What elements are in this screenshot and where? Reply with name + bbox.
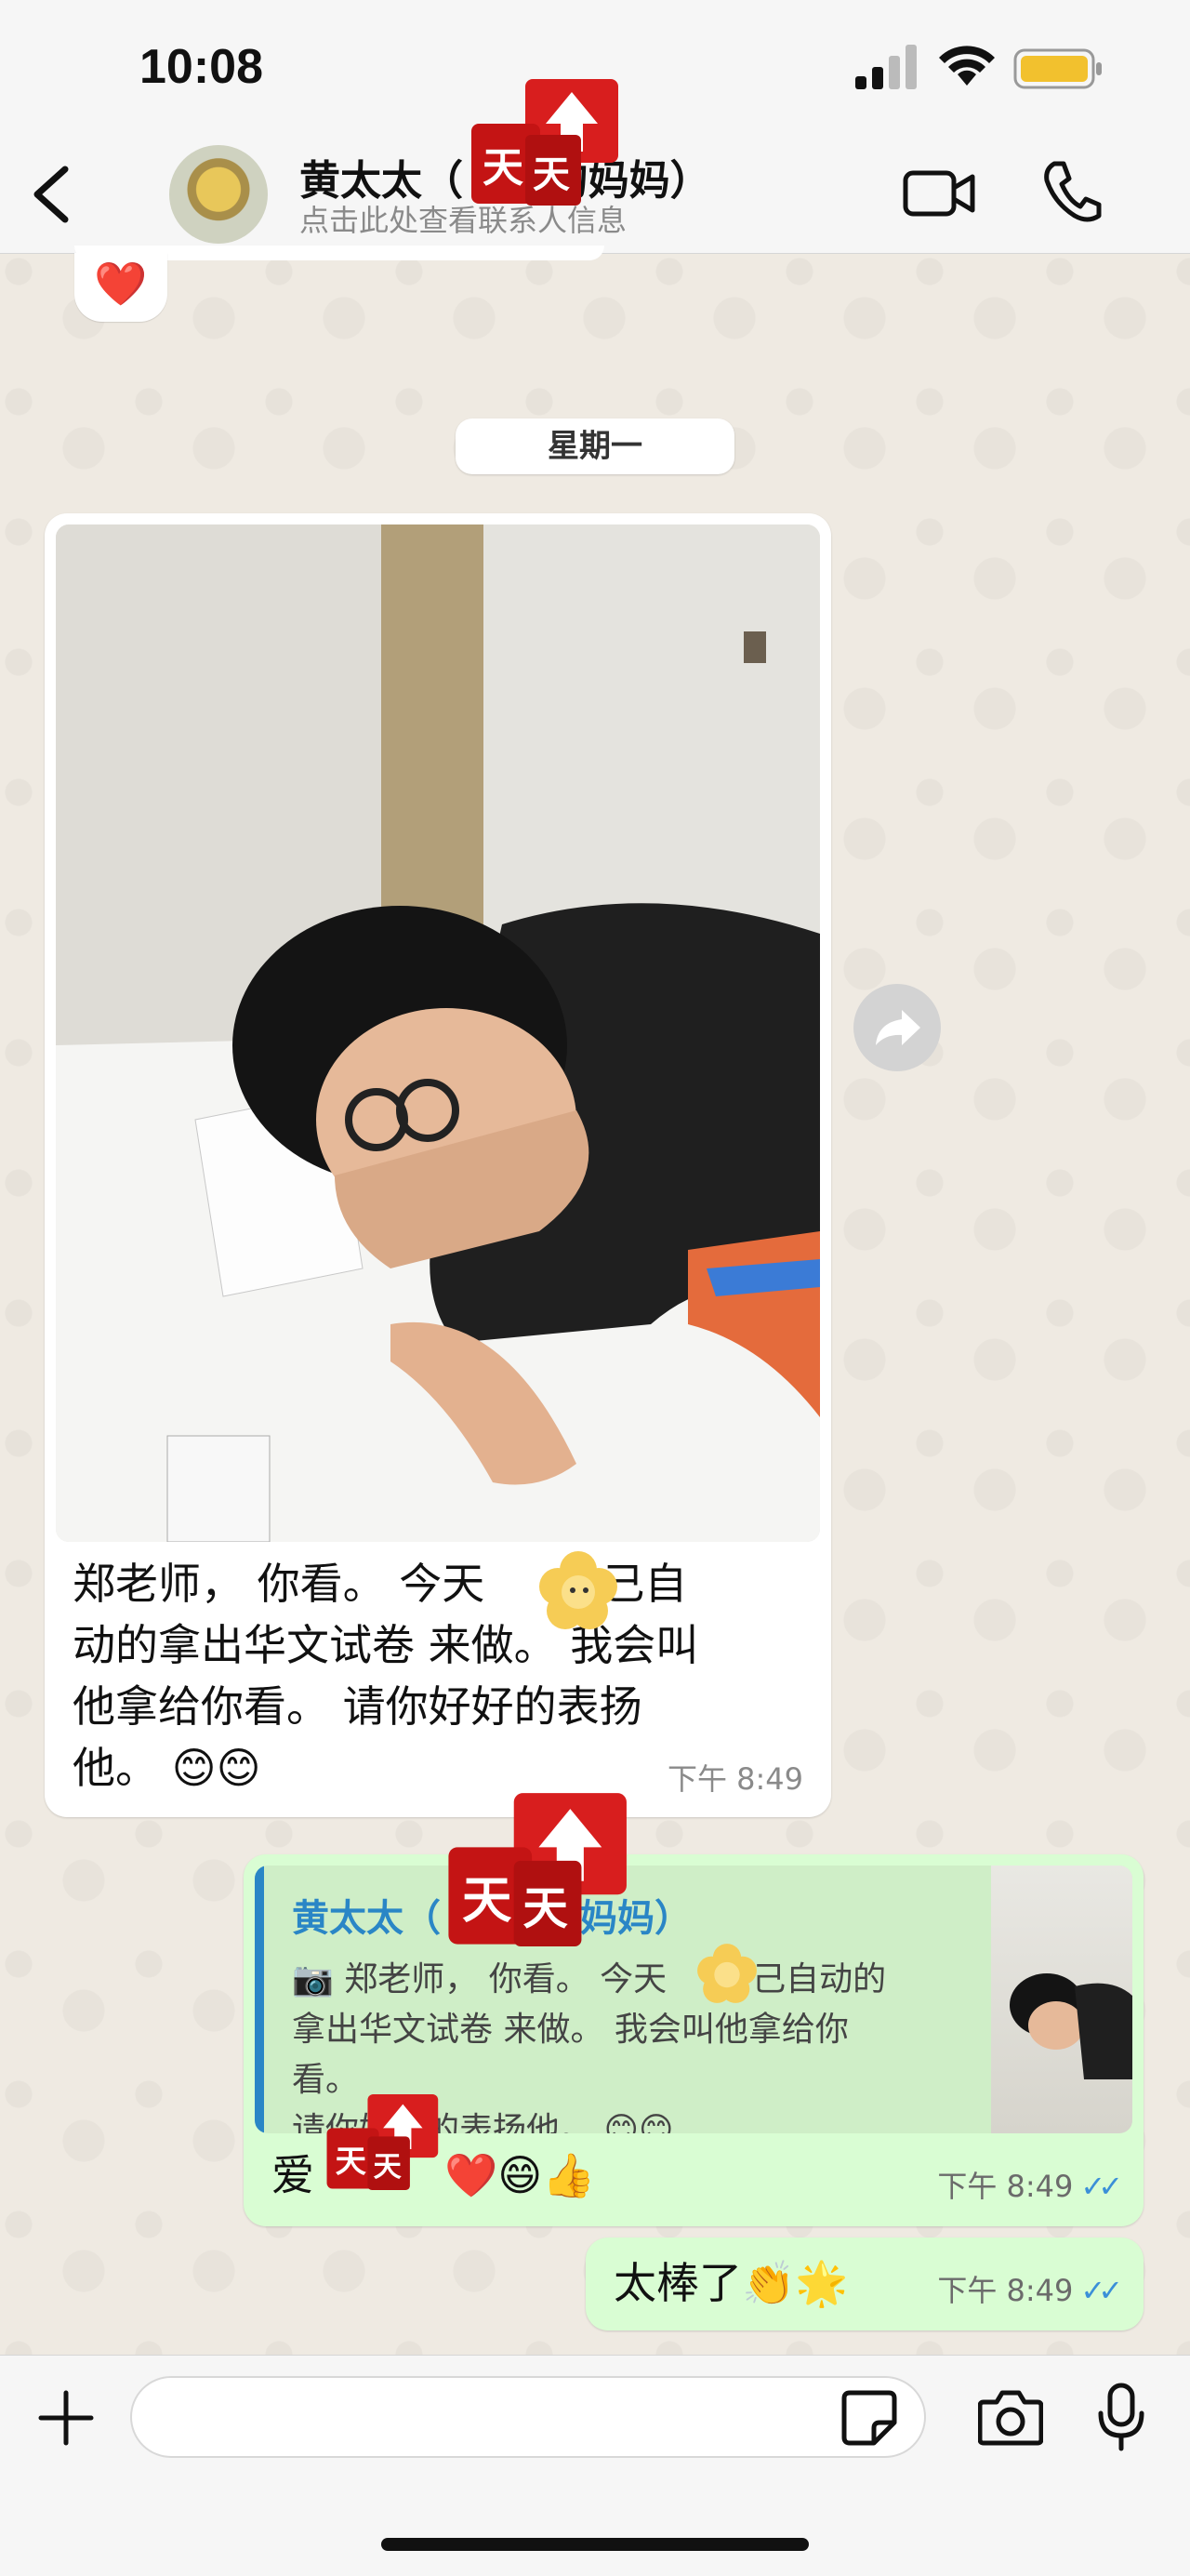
quoted-sender-head: 黄太太（: [292, 1897, 441, 1940]
reply-text-start: 爱: [271, 2150, 314, 2200]
message-timestamp: 下午 8:49: [667, 1761, 803, 1797]
day-divider: 星期一: [456, 418, 734, 474]
incoming-message-bubble[interactable]: 郑老师， 你看。 今天 自己自 动的拿出华文试卷 来做。 我会叫 他拿给你看。 请…: [45, 513, 831, 1817]
outgoing-time: 下午 8:49: [937, 2273, 1074, 2308]
forward-arrow-icon: [876, 1010, 920, 1045]
message-input-bar: [0, 2355, 1190, 2576]
sticker-icon[interactable]: [840, 2389, 898, 2447]
message-photo[interactable]: [56, 524, 820, 1542]
read-receipt-icon: ✓✓: [1080, 2273, 1123, 2308]
svg-text:天: 天: [336, 2143, 367, 2179]
outgoing-message-text: 太棒了👏🌟: [614, 2258, 849, 2308]
quoted-line2: 拿出华文试卷 来做。 我会叫他拿给你看。: [292, 2011, 849, 2099]
quoted-photo-thumbnail: [991, 1866, 1132, 2133]
cellular-signal-icon: [855, 45, 917, 89]
photo-boy-reading-image: [56, 524, 820, 1542]
reply-emojis: ❤️😄👍: [444, 2150, 596, 2200]
battery-icon: [1013, 48, 1102, 89]
home-indicator: [381, 2538, 809, 2551]
reply-time: 下午 8:49: [937, 2169, 1074, 2204]
quoted-line1a: 📷 郑老师， 你看。 今天: [292, 1960, 668, 1998]
avatar[interactable]: [169, 145, 268, 244]
read-receipt-icon: ✓✓: [1080, 2169, 1123, 2204]
phone-icon[interactable]: [1041, 158, 1103, 225]
forward-button[interactable]: [853, 984, 941, 1071]
red-dice-sticker: 天 天: [471, 79, 618, 206]
svg-text:天: 天: [374, 2151, 403, 2184]
quote-accent-bar: [255, 1866, 264, 2133]
plus-icon[interactable]: [37, 2389, 95, 2447]
svg-text:天: 天: [533, 153, 570, 196]
svg-text:天: 天: [462, 1870, 512, 1929]
wifi-icon: [939, 46, 995, 86]
video-camera-icon[interactable]: [902, 162, 976, 223]
reply-timestamp: 下午 8:49 ✓✓: [937, 2163, 1123, 2206]
caption-line1a: 郑老师， 你看。 今天: [73, 1559, 485, 1609]
caption-line2: 动的拿出华文试卷 来做。 我会叫: [73, 1620, 699, 1670]
svg-text:天: 天: [522, 1882, 568, 1935]
flower-sticker: [539, 1551, 617, 1629]
svg-text:天: 天: [483, 144, 523, 192]
outgoing-timestamp: 下午 8:49 ✓✓: [937, 2267, 1123, 2310]
camera-icon[interactable]: [978, 2387, 1043, 2447]
flower-sticker-2: [697, 1944, 757, 2003]
status-time: 10:08: [139, 40, 263, 94]
caption-line3: 他拿给你看。 请你好好的表扬: [73, 1681, 642, 1732]
red-dice-sticker-2: 天 天: [448, 1793, 627, 1946]
chevron-left-icon[interactable]: [28, 162, 74, 227]
outgoing-message-bubble[interactable]: 太棒了👏🌟 下午 8:49 ✓✓: [586, 2237, 1144, 2330]
message-input[interactable]: [130, 2376, 926, 2458]
microphone-icon[interactable]: [1097, 2382, 1145, 2452]
red-dice-sticker-3: 天 天: [326, 2093, 439, 2190]
reaction-heart[interactable]: ❤️: [74, 253, 167, 322]
